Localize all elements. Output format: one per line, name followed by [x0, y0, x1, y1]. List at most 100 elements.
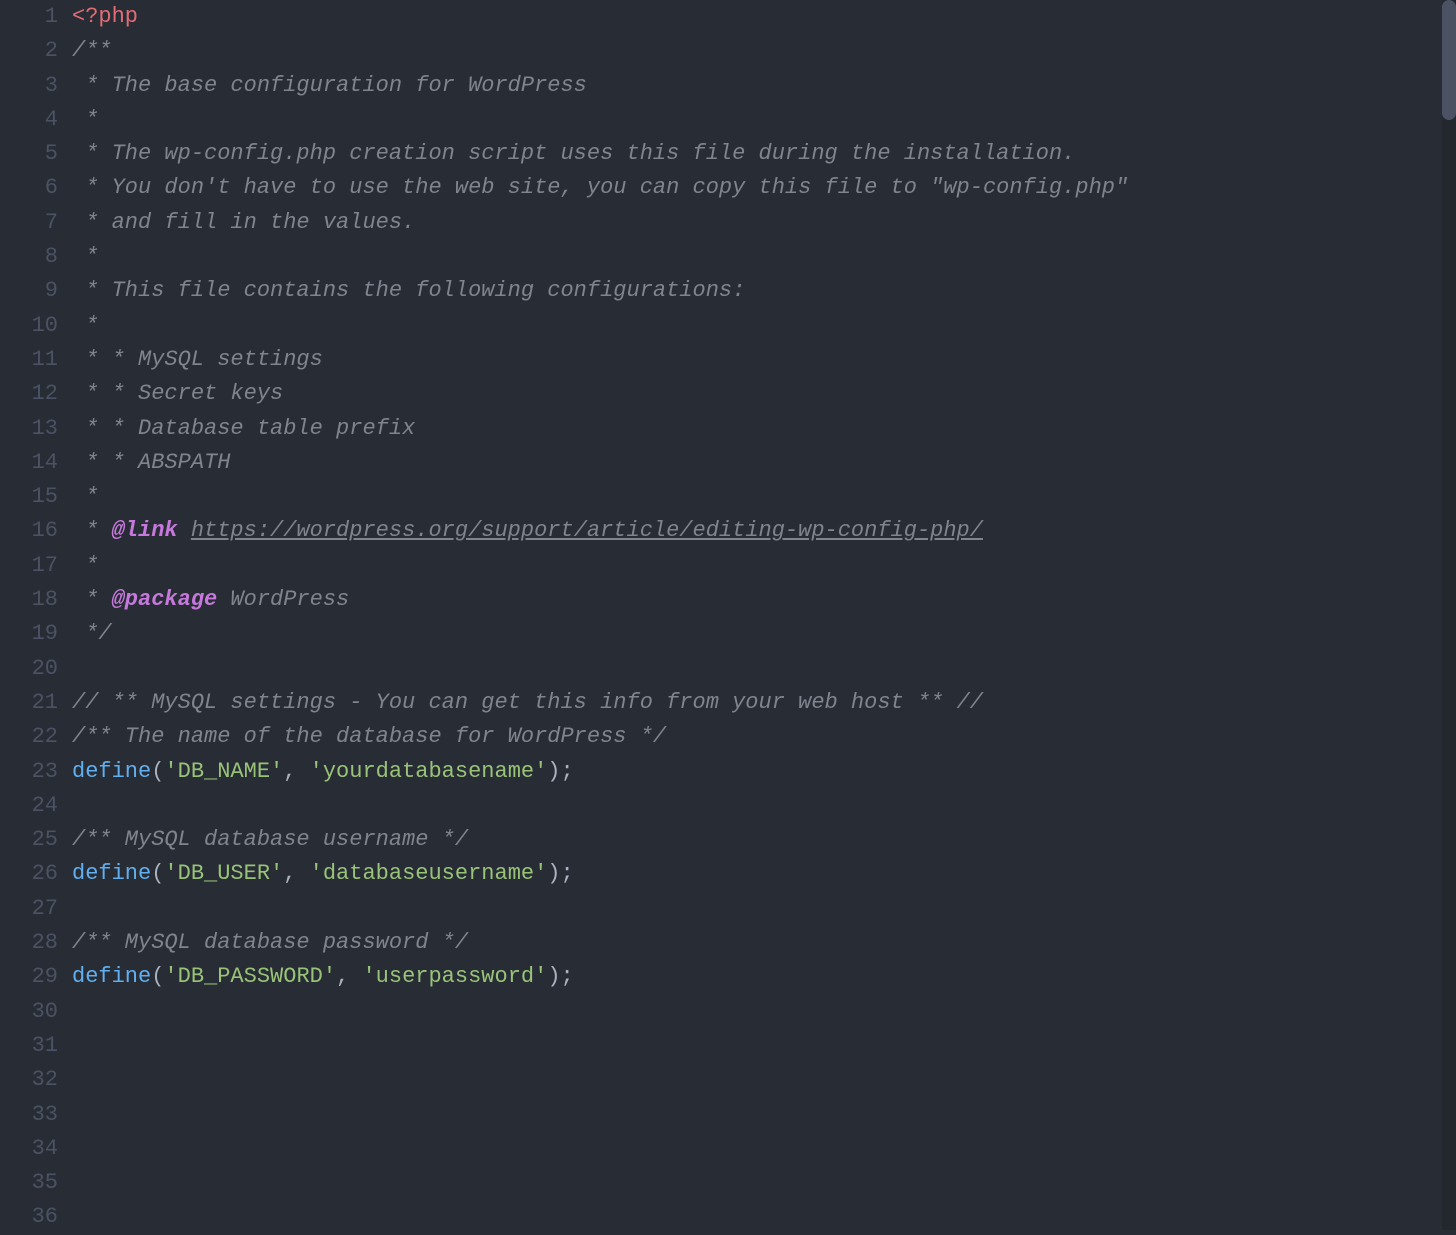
code-line[interactable]: * @package WordPress: [72, 583, 1456, 617]
code-token: @package: [112, 587, 218, 612]
code-token: *: [72, 107, 98, 132]
code-token: *: [72, 553, 98, 578]
code-token: *: [72, 587, 112, 612]
line-number: 22: [0, 720, 58, 754]
line-number: 34: [0, 1132, 58, 1166]
code-line[interactable]: /** MySQL database password */: [72, 926, 1456, 960]
line-number: 11: [0, 343, 58, 377]
code-line[interactable]: [72, 995, 1456, 1029]
line-number: 21: [0, 686, 58, 720]
code-line[interactable]: [72, 1098, 1456, 1132]
code-token: define: [72, 964, 151, 989]
code-token: * This file contains the following confi…: [72, 278, 745, 303]
line-number: 17: [0, 549, 58, 583]
code-line[interactable]: *: [72, 309, 1456, 343]
code-line[interactable]: *: [72, 240, 1456, 274]
code-token: *: [72, 484, 98, 509]
code-line[interactable]: [72, 652, 1456, 686]
code-line[interactable]: */: [72, 617, 1456, 651]
line-number: 18: [0, 583, 58, 617]
line-number: 2: [0, 34, 58, 68]
code-token: * You don't have to use the web site, yo…: [72, 175, 1128, 200]
code-token: 'yourdatabasename': [310, 759, 548, 784]
line-number: 15: [0, 480, 58, 514]
line-number: 4: [0, 103, 58, 137]
code-token: );: [547, 759, 573, 784]
vertical-scrollbar-thumb[interactable]: [1442, 0, 1456, 120]
code-token: */: [72, 621, 112, 646]
code-line[interactable]: define('DB_USER', 'databaseusername');: [72, 857, 1456, 891]
code-line[interactable]: [72, 1200, 1456, 1230]
code-token: https://wordpress.org/support/article/ed…: [191, 518, 983, 543]
code-line[interactable]: <?php: [72, 0, 1456, 34]
vertical-scrollbar-track[interactable]: [1442, 0, 1456, 1230]
code-line[interactable]: /** The name of the database for WordPre…: [72, 720, 1456, 754]
line-number: 30: [0, 995, 58, 1029]
code-line[interactable]: * * ABSPATH: [72, 446, 1456, 480]
code-token: 'DB_USER': [164, 861, 283, 886]
code-line[interactable]: [72, 1132, 1456, 1166]
line-number: 14: [0, 446, 58, 480]
code-token: /** MySQL database username */: [72, 827, 468, 852]
code-line[interactable]: * The wp-config.php creation script uses…: [72, 137, 1456, 171]
code-token: ,: [336, 964, 362, 989]
line-number: 26: [0, 857, 58, 891]
code-token: * and fill in the values.: [72, 210, 415, 235]
line-number: 28: [0, 926, 58, 960]
code-editor[interactable]: 1234567891011121314151617181920212223242…: [0, 0, 1456, 1230]
code-line[interactable]: * You don't have to use the web site, yo…: [72, 171, 1456, 205]
code-token: 'DB_NAME': [164, 759, 283, 784]
line-number-gutter: 1234567891011121314151617181920212223242…: [0, 0, 72, 1230]
code-token: * * Database table prefix: [72, 416, 415, 441]
code-token: 'userpassword': [362, 964, 547, 989]
code-line[interactable]: * and fill in the values.: [72, 206, 1456, 240]
line-number: 19: [0, 617, 58, 651]
code-line[interactable]: *: [72, 480, 1456, 514]
code-token: ,: [283, 861, 309, 886]
code-line[interactable]: * * MySQL settings: [72, 343, 1456, 377]
line-number: 8: [0, 240, 58, 274]
code-line[interactable]: * The base configuration for WordPress: [72, 69, 1456, 103]
code-line[interactable]: *: [72, 549, 1456, 583]
code-token: * * ABSPATH: [72, 450, 230, 475]
line-number: 27: [0, 892, 58, 926]
code-line[interactable]: define('DB_PASSWORD', 'userpassword');: [72, 960, 1456, 994]
code-line[interactable]: /** MySQL database username */: [72, 823, 1456, 857]
code-token: (: [151, 861, 164, 886]
line-number: 33: [0, 1098, 58, 1132]
code-token: ,: [283, 759, 309, 784]
code-line[interactable]: * This file contains the following confi…: [72, 274, 1456, 308]
code-token: * The base configuration for WordPress: [72, 73, 587, 98]
code-line[interactable]: * * Secret keys: [72, 377, 1456, 411]
code-line[interactable]: define('DB_NAME', 'yourdatabasename');: [72, 755, 1456, 789]
code-line[interactable]: * @link https://wordpress.org/support/ar…: [72, 514, 1456, 548]
code-token: (: [151, 964, 164, 989]
line-number: 7: [0, 206, 58, 240]
line-number: 5: [0, 137, 58, 171]
line-number: 9: [0, 274, 58, 308]
line-number: 16: [0, 514, 58, 548]
code-token: // ** MySQL settings - You can get this …: [72, 690, 983, 715]
code-token: define: [72, 759, 151, 784]
code-line[interactable]: [72, 1029, 1456, 1063]
code-line[interactable]: *: [72, 103, 1456, 137]
code-line[interactable]: [72, 1063, 1456, 1097]
code-token: /** The name of the database for WordPre…: [72, 724, 666, 749]
code-token: *: [72, 313, 98, 338]
code-token: * The wp-config.php creation script uses…: [72, 141, 1075, 166]
code-token: *: [72, 518, 112, 543]
line-number: 24: [0, 789, 58, 823]
code-line[interactable]: [72, 1166, 1456, 1200]
code-line[interactable]: [72, 789, 1456, 823]
line-number: 29: [0, 960, 58, 994]
code-token: 'DB_PASSWORD': [164, 964, 336, 989]
code-token: 'databaseusername': [310, 861, 548, 886]
code-area[interactable]: <?php /** * The base configuration for Wo…: [72, 0, 1456, 1230]
code-token: /**: [72, 38, 112, 63]
code-line[interactable]: // ** MySQL settings - You can get this …: [72, 686, 1456, 720]
code-token: *: [72, 244, 98, 269]
code-line[interactable]: /**: [72, 34, 1456, 68]
line-number: 6: [0, 171, 58, 205]
code-line[interactable]: [72, 892, 1456, 926]
code-line[interactable]: * * Database table prefix: [72, 412, 1456, 446]
